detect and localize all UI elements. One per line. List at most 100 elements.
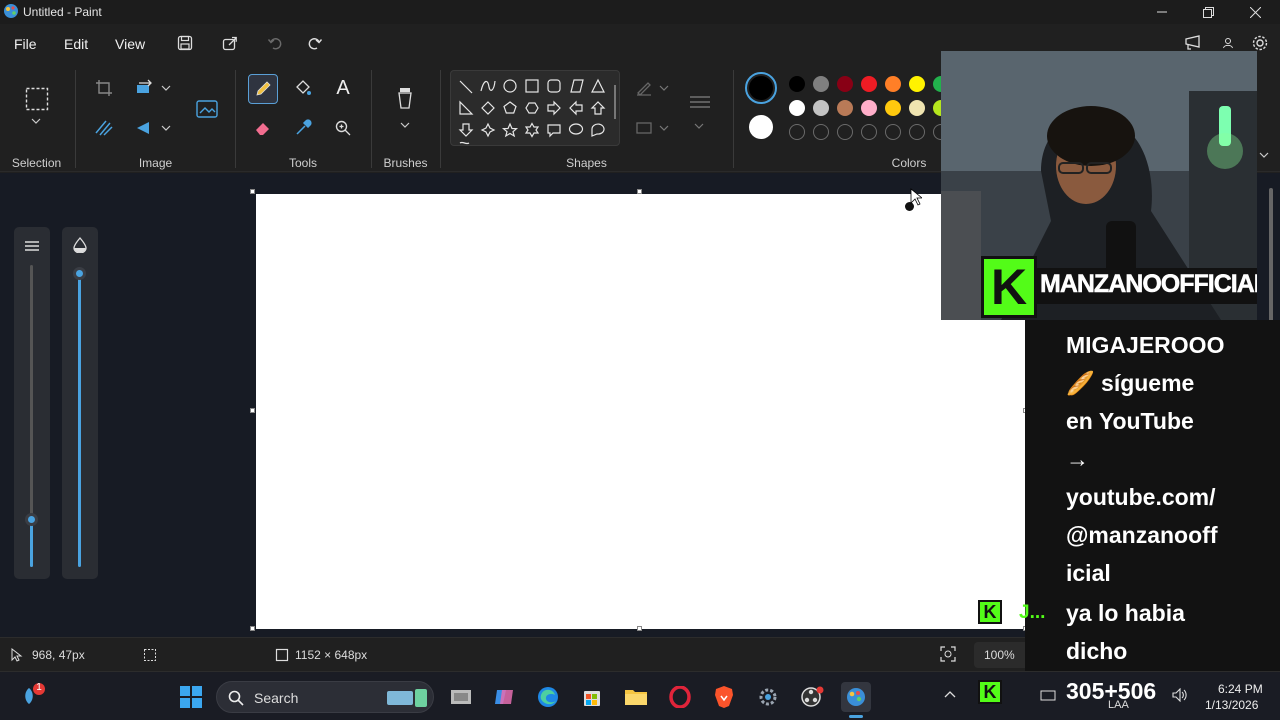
- resize-handle[interactable]: [250, 408, 255, 413]
- brush-size-fill: [30, 519, 33, 567]
- obs-studio-icon[interactable]: [797, 682, 827, 712]
- color-swatch[interactable]: [789, 76, 805, 92]
- clock-date[interactable]: 1/13/2026: [1205, 698, 1258, 712]
- cloud-callout-shape-icon: [591, 123, 605, 137]
- chat-line: icial: [1066, 560, 1111, 586]
- magnifier-icon[interactable]: [329, 114, 357, 142]
- empty-color-slot[interactable]: [789, 124, 805, 140]
- color-palette-row-2: [789, 100, 949, 116]
- fit-to-window-icon[interactable]: [940, 646, 956, 662]
- save-icon[interactable]: [172, 32, 198, 54]
- group-divider: [371, 70, 372, 168]
- down-arrow-shape-icon: [458, 123, 474, 137]
- resize-handle[interactable]: [250, 189, 255, 194]
- color-swatch[interactable]: [861, 76, 877, 92]
- settings-icon[interactable]: [753, 682, 783, 712]
- widgets-icon[interactable]: 1: [20, 682, 46, 710]
- color-swatch[interactable]: [813, 76, 829, 92]
- outline-chevron-icon[interactable]: [659, 85, 669, 91]
- color-swatch[interactable]: [837, 76, 853, 92]
- brush-icon[interactable]: [391, 84, 419, 112]
- maximize-button[interactable]: [1185, 0, 1231, 24]
- select-all-image-icon[interactable]: [90, 114, 118, 142]
- chat-line: @manzanooff: [1066, 522, 1218, 548]
- ribbon-expand-chevron-icon[interactable]: [1259, 152, 1269, 158]
- eraser-icon[interactable]: [249, 114, 277, 142]
- close-button[interactable]: [1232, 0, 1278, 24]
- chat-username: J...: [1019, 602, 1046, 623]
- chat-line: MIGAJEROOO: [1066, 332, 1225, 358]
- paint-taskbar-icon[interactable]: [841, 682, 871, 712]
- color-picker-icon[interactable]: [289, 114, 317, 142]
- window-title: Untitled - Paint: [23, 5, 102, 19]
- image-generator-icon[interactable]: [192, 94, 222, 124]
- crop-icon[interactable]: [90, 74, 118, 102]
- color-swatch[interactable]: [909, 76, 925, 92]
- show-hidden-icons-chevron-icon[interactable]: [944, 690, 956, 698]
- secondary-color-swatch[interactable]: [749, 115, 773, 139]
- shape-fill-icon[interactable]: [630, 114, 658, 142]
- color-swatch[interactable]: [861, 100, 877, 116]
- selection-dropdown-chevron-icon[interactable]: [31, 118, 41, 124]
- task-view-icon[interactable]: [446, 682, 476, 712]
- empty-color-slot[interactable]: [813, 124, 829, 140]
- minimize-button[interactable]: [1139, 0, 1185, 24]
- fill-bucket-icon[interactable]: [289, 74, 317, 102]
- microsoft-store-icon[interactable]: [577, 682, 607, 712]
- stroke-size-chevron-icon[interactable]: [694, 123, 704, 129]
- flip-icon[interactable]: [130, 114, 158, 142]
- flip-chevron-icon[interactable]: [161, 125, 171, 131]
- color-swatch[interactable]: [837, 100, 853, 116]
- color-swatch[interactable]: [789, 100, 805, 116]
- opacity-thumb[interactable]: [73, 267, 86, 280]
- five-point-star-shape-icon: [501, 122, 519, 138]
- clock-time[interactable]: 6:24 PM: [1218, 682, 1263, 696]
- shape-outline-icon[interactable]: [630, 74, 658, 102]
- menu-file[interactable]: File: [14, 36, 37, 52]
- color-swatch[interactable]: [909, 100, 925, 116]
- empty-color-slot[interactable]: [861, 124, 877, 140]
- brave-browser-icon[interactable]: [709, 682, 739, 712]
- search-placeholder: Search: [254, 690, 299, 706]
- drawing-canvas[interactable]: [256, 194, 1026, 629]
- menu-view[interactable]: View: [115, 36, 145, 52]
- brush-size-thumb[interactable]: [25, 513, 38, 526]
- color-swatch[interactable]: [885, 100, 901, 116]
- fill-chevron-icon[interactable]: [659, 125, 669, 131]
- network-icon[interactable]: [1040, 688, 1056, 702]
- curve-shape-icon: [480, 80, 496, 92]
- stroke-size-icon[interactable]: [686, 88, 714, 116]
- resize-icon[interactable]: [130, 74, 158, 102]
- file-explorer-icon[interactable]: [621, 682, 651, 712]
- empty-color-slot[interactable]: [885, 124, 901, 140]
- resize-chevron-icon[interactable]: [161, 85, 171, 91]
- primary-color-button[interactable]: [745, 72, 777, 104]
- shapes-gallery[interactable]: [450, 70, 620, 146]
- edge-browser-icon[interactable]: [533, 682, 563, 712]
- opera-browser-icon[interactable]: [665, 682, 695, 712]
- rectangle-selection-icon[interactable]: [22, 84, 52, 114]
- color-swatch[interactable]: [885, 76, 901, 92]
- empty-color-slot[interactable]: [837, 124, 853, 140]
- menu-edit[interactable]: Edit: [64, 36, 88, 52]
- undo-icon[interactable]: [262, 32, 288, 54]
- redo-icon[interactable]: [302, 32, 328, 54]
- resize-handle[interactable]: [250, 626, 255, 631]
- text-tool-icon[interactable]: A: [329, 74, 357, 102]
- share-icon[interactable]: [217, 32, 243, 54]
- taskbar-search-box[interactable]: Search: [216, 681, 434, 713]
- chat-kick-badge: K: [978, 600, 1002, 624]
- brushes-chevron-icon[interactable]: [400, 122, 410, 128]
- chat-line: ya lo habia: [1066, 600, 1185, 626]
- pointer-position-icon: [11, 648, 23, 662]
- start-button[interactable]: [176, 682, 206, 712]
- pencil-tool-button[interactable]: [248, 74, 278, 104]
- volume-icon[interactable]: [1172, 688, 1188, 702]
- copilot-icon[interactable]: [489, 682, 519, 712]
- empty-color-slot[interactable]: [909, 124, 925, 140]
- more-shapes-icon: [459, 141, 470, 145]
- line-shape-icon: [459, 80, 473, 94]
- color-swatch[interactable]: [813, 100, 829, 116]
- resize-handle[interactable]: [637, 189, 642, 194]
- resize-handle[interactable]: [637, 626, 642, 631]
